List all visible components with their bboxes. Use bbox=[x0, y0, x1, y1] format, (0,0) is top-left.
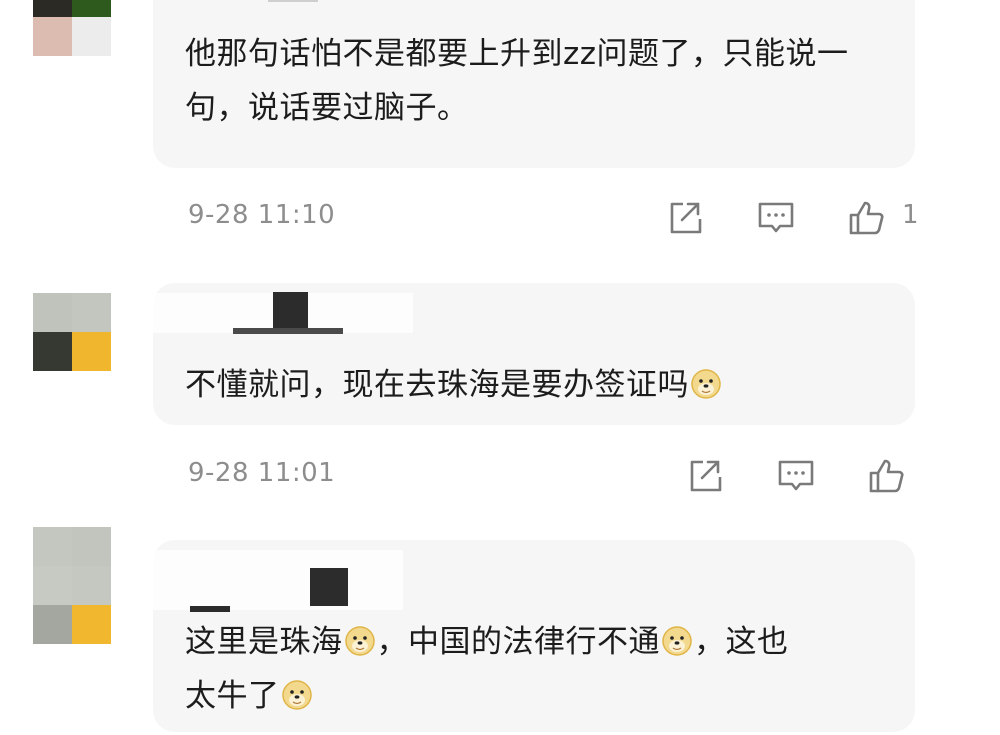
comment-text: 不懂就问，现在去珠海是要办签证吗 bbox=[185, 358, 875, 412]
like-count: 1 bbox=[902, 200, 919, 230]
share-button[interactable] bbox=[664, 198, 704, 238]
thumbs-up-icon bbox=[869, 459, 904, 493]
comment-bubble[interactable]: 他那句话怕不是都要上升到zz问题了，只能说一句，说话要过脑子。 bbox=[153, 0, 915, 168]
share-button[interactable] bbox=[684, 456, 724, 496]
doge-emoji-icon bbox=[281, 680, 312, 710]
comment-text: 这里是珠海 ，中国的法律行不通 ，这也 太牛了 bbox=[185, 624, 789, 714]
doge-emoji-icon bbox=[344, 626, 375, 656]
comment-bubble[interactable]: 不懂就问，现在去珠海是要办签证吗 bbox=[153, 283, 915, 425]
comment-bubble[interactable]: 这里是珠海 ，中国的法律行不通 ，这也 太牛了 bbox=[153, 540, 915, 732]
username-redacted bbox=[268, 0, 318, 2]
comment-timestamp: 9-28 11:10 bbox=[188, 200, 336, 230]
share-icon bbox=[690, 460, 722, 492]
thumbs-up-icon bbox=[849, 201, 884, 235]
reply-button[interactable] bbox=[776, 456, 816, 496]
comment-text: 他那句话怕不是都要上升到zz问题了，只能说一句，说话要过脑子。 bbox=[185, 36, 849, 126]
share-icon bbox=[670, 202, 702, 234]
avatar[interactable] bbox=[33, 0, 111, 56]
avatar[interactable] bbox=[33, 527, 111, 647]
comment-icon bbox=[778, 460, 814, 491]
like-button[interactable] bbox=[847, 198, 887, 238]
avatar[interactable] bbox=[33, 293, 111, 371]
doge-emoji-icon bbox=[691, 369, 721, 399]
doge-emoji-icon bbox=[662, 626, 692, 656]
comment-icon bbox=[758, 202, 794, 233]
like-button[interactable] bbox=[867, 456, 907, 496]
comment-timestamp: 9-28 11:01 bbox=[188, 458, 336, 488]
reply-button[interactable] bbox=[756, 198, 796, 238]
